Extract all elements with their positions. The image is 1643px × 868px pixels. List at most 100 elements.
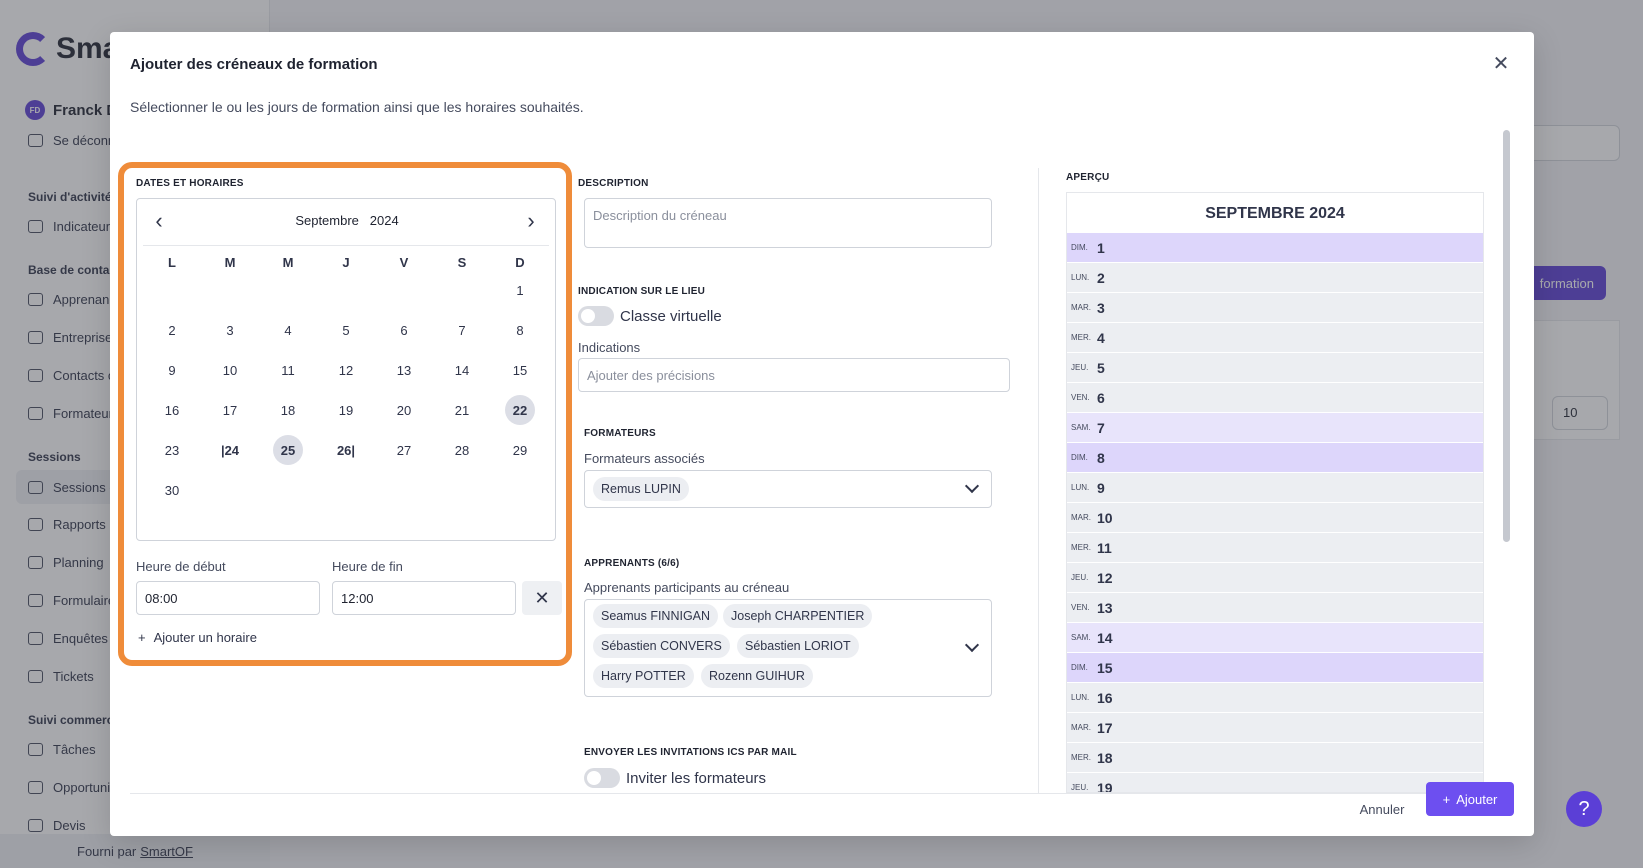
- calendar-day[interactable]: 3: [215, 315, 245, 345]
- calendar-day[interactable]: 25: [273, 435, 303, 465]
- calendar-day[interactable]: 26|: [331, 435, 361, 465]
- learner-chip[interactable]: Joseph CHARPENTIER: [723, 604, 873, 628]
- modal-subtitle: Sélectionner le ou les jours de formatio…: [130, 99, 584, 115]
- cancel-button[interactable]: Annuler: [1356, 792, 1408, 826]
- calendar-day[interactable]: 22: [505, 395, 535, 425]
- preview-day-number: 12: [1097, 569, 1113, 586]
- preview-day-row: MER. 18: [1067, 743, 1483, 773]
- preview-day-row: MER. 4: [1067, 323, 1483, 353]
- calendar-day[interactable]: 14: [447, 355, 477, 385]
- trainers-section-label: FORMATEURS: [584, 428, 656, 439]
- add-hour-button[interactable]: + Ajouter un horaire: [138, 630, 257, 645]
- calendar-day[interactable]: 5: [331, 315, 361, 345]
- calendar-day[interactable]: 18: [273, 395, 303, 425]
- indications-input[interactable]: Ajouter des précisions: [578, 358, 1010, 392]
- indications-label: Indications: [578, 340, 641, 355]
- calendar-day[interactable]: |24: [215, 435, 245, 465]
- column-divider: [1038, 168, 1039, 793]
- invite-trainers-toggle[interactable]: [584, 768, 620, 788]
- calendar-day[interactable]: 29: [505, 435, 535, 465]
- learners-select[interactable]: Seamus FINNIGAN Joseph CHARPENTIER Sébas…: [584, 599, 992, 697]
- chevron-down-icon[interactable]: [964, 637, 980, 653]
- calendar-day[interactable]: 17: [215, 395, 245, 425]
- trainers-select[interactable]: Remus LUPIN: [584, 470, 992, 508]
- preview-day-of-week: JEU.: [1071, 783, 1089, 792]
- learner-chip[interactable]: Rozenn GUIHUR: [701, 664, 813, 688]
- preview-day-row: MAR. 17: [1067, 713, 1483, 743]
- invite-trainers-label: Inviter les formateurs: [626, 770, 767, 787]
- close-icon[interactable]: ✕: [1488, 50, 1514, 76]
- start-time-input[interactable]: 08:00: [136, 581, 320, 615]
- footer-divider: [130, 793, 1514, 794]
- calendar-day[interactable]: 7: [447, 315, 477, 345]
- calendar-day[interactable]: 12: [331, 355, 361, 385]
- calendar-day[interactable]: 2: [157, 315, 187, 345]
- preview-day-of-week: MAR.: [1071, 723, 1091, 732]
- calendar-day[interactable]: 1: [505, 275, 535, 305]
- calendar-day[interactable]: 13: [389, 355, 419, 385]
- preview-day-row: JEU. 5: [1067, 353, 1483, 383]
- calendar-day[interactable]: 9: [157, 355, 187, 385]
- chevron-down-icon[interactable]: [964, 478, 980, 494]
- preview-day-row: MAR. 3: [1067, 293, 1483, 323]
- calendar-day[interactable]: 15: [505, 355, 535, 385]
- calendar-year[interactable]: 2024: [370, 213, 399, 228]
- weekday-label: J: [342, 255, 350, 270]
- learner-chip[interactable]: Seamus FINNIGAN: [593, 604, 719, 628]
- calendar-day[interactable]: 8: [505, 315, 535, 345]
- calendar-day[interactable]: 21: [447, 395, 477, 425]
- preview-day-number: 6: [1097, 389, 1105, 406]
- calendar-day[interactable]: 27: [389, 435, 419, 465]
- modal-title: Ajouter des créneaux de formation: [130, 56, 378, 73]
- description-section-label: DESCRIPTION: [578, 178, 649, 189]
- preview-day-number: 13: [1097, 599, 1113, 616]
- preview-day-of-week: JEU.: [1071, 363, 1089, 372]
- preview-day-number: 18: [1097, 749, 1113, 766]
- virtual-class-toggle[interactable]: [578, 306, 614, 326]
- virtual-class-label: Classe virtuelle: [620, 308, 722, 325]
- preview-day-number: 8: [1097, 449, 1105, 466]
- scrollbar[interactable]: [1503, 130, 1510, 542]
- preview-day-number: 5: [1097, 359, 1105, 376]
- preview-day-of-week: MER.: [1071, 753, 1091, 762]
- chevron-right-icon[interactable]: ›: [519, 208, 543, 233]
- learner-chip[interactable]: Sébastien LORIOT: [737, 634, 859, 658]
- clear-time-button[interactable]: ✕: [522, 581, 562, 615]
- calendar-month[interactable]: Septembre: [295, 213, 359, 228]
- preview-day-number: 17: [1097, 719, 1113, 736]
- calendar-day[interactable]: 16: [157, 395, 187, 425]
- preview-day-of-week: MER.: [1071, 333, 1091, 342]
- calendar-day[interactable]: 28: [447, 435, 477, 465]
- calendar-day[interactable]: 11: [273, 355, 303, 385]
- preview-day-number: 11: [1097, 539, 1112, 556]
- calendar-day[interactable]: 30: [157, 475, 187, 505]
- preview-day-row: LUN. 9: [1067, 473, 1483, 503]
- calendar-day[interactable]: 6: [389, 315, 419, 345]
- preview-day-of-week: MAR.: [1071, 513, 1091, 522]
- preview-day-number: 15: [1097, 659, 1113, 676]
- end-time-input[interactable]: 12:00: [332, 581, 516, 615]
- calendar-day[interactable]: 10: [215, 355, 245, 385]
- weekday-label: L: [168, 255, 176, 270]
- calendar-month-year[interactable]: Septembre 2024: [237, 213, 457, 228]
- calendar-divider: [143, 245, 549, 246]
- calendar-day[interactable]: 23: [157, 435, 187, 465]
- learner-chip[interactable]: Sébastien CONVERS: [593, 634, 730, 658]
- weekday-label: M: [224, 255, 236, 270]
- close-icon: ✕: [534, 587, 550, 608]
- preview-day-number: 14: [1097, 629, 1113, 646]
- help-button[interactable]: ?: [1566, 791, 1602, 827]
- add-button[interactable]: + Ajouter: [1426, 782, 1514, 816]
- calendar-day[interactable]: 4: [273, 315, 303, 345]
- chevron-left-icon[interactable]: ‹: [147, 208, 171, 233]
- preview-day-row: SAM. 14: [1067, 623, 1483, 653]
- calendar-day[interactable]: 19: [331, 395, 361, 425]
- preview-day-row: DIM. 1: [1067, 233, 1483, 263]
- description-input[interactable]: Description du créneau: [584, 198, 992, 248]
- calendar-header: ‹ Septembre 2024 ›: [137, 199, 555, 243]
- preview-day-row: VEN. 13: [1067, 593, 1483, 623]
- preview-title: SEPTEMBRE 2024: [1205, 205, 1345, 222]
- calendar-day[interactable]: 20: [389, 395, 419, 425]
- learner-chip[interactable]: Harry POTTER: [593, 664, 694, 688]
- trainer-chip[interactable]: Remus LUPIN: [593, 477, 689, 501]
